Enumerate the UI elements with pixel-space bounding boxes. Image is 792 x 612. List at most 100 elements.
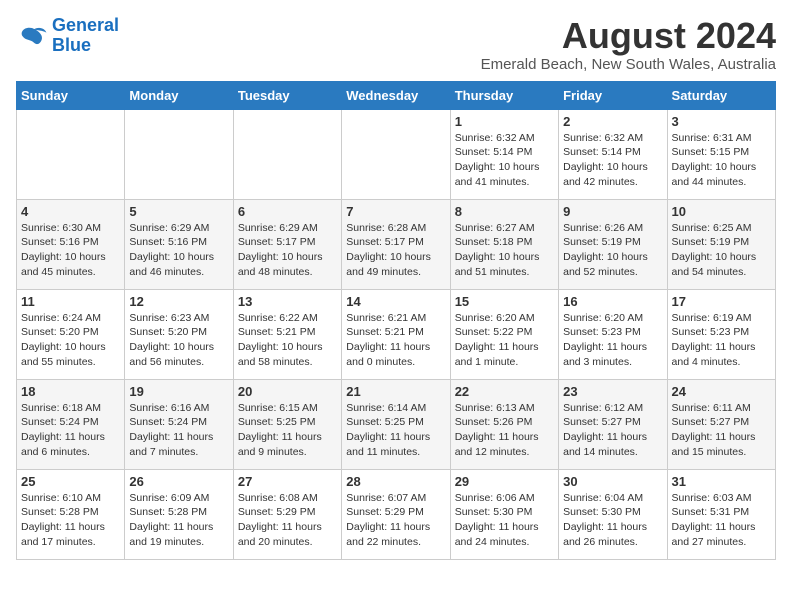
day-info: Sunrise: 6:12 AM Sunset: 5:27 PM Dayligh… — [563, 401, 662, 460]
day-number: 6 — [238, 204, 337, 219]
calendar-cell: 20Sunrise: 6:15 AM Sunset: 5:25 PM Dayli… — [233, 379, 341, 469]
calendar-cell: 31 Sunrise: 6:03 AM Sunset: 5:31 PM Dayli… — [667, 469, 775, 559]
calendar-header-row: SundayMondayTuesdayWednesdayThursdayFrid… — [17, 81, 776, 109]
calendar-cell: 11 Sunrise: 6:24 AM Sunset: 5:20 PM Dayli… — [17, 289, 125, 379]
day-number: 28 — [346, 474, 445, 489]
header-cell-sunday: Sunday — [17, 81, 125, 109]
calendar-week-row: 18Sunrise: 6:18 AM Sunset: 5:24 PM Dayli… — [17, 379, 776, 469]
calendar-cell: 21Sunrise: 6:14 AM Sunset: 5:25 PM Dayli… — [342, 379, 450, 469]
calendar-cell: 4 Sunrise: 6:30 AM Sunset: 5:16 PM Daylig… — [17, 199, 125, 289]
calendar-cell: 1 Sunrise: 6:32 AM Sunset: 5:14 PM Daylig… — [450, 109, 558, 199]
logo-line2: Blue — [52, 35, 91, 55]
header-cell-friday: Friday — [559, 81, 667, 109]
calendar-cell — [342, 109, 450, 199]
day-number: 7 — [346, 204, 445, 219]
day-info: Sunrise: 6:29 AM Sunset: 5:16 PM Dayligh… — [129, 221, 228, 280]
day-number: 29 — [455, 474, 554, 489]
calendar-cell: 19 Sunrise: 6:16 AM Sunset: 5:24 PM Dayli… — [125, 379, 233, 469]
calendar-week-row: 11 Sunrise: 6:24 AM Sunset: 5:20 PM Dayli… — [17, 289, 776, 379]
day-info: Sunrise: 6:04 AM Sunset: 5:30 PM Dayligh… — [563, 491, 662, 550]
title-block: August 2024 Emerald Beach, New South Wal… — [481, 16, 776, 73]
calendar-cell: 28 Sunrise: 6:07 AM Sunset: 5:29 PM Dayli… — [342, 469, 450, 559]
day-info: Sunrise: 6:16 AM Sunset: 5:24 PM Dayligh… — [129, 401, 228, 460]
header-cell-tuesday: Tuesday — [233, 81, 341, 109]
calendar-cell: 27 Sunrise: 6:08 AM Sunset: 5:29 PM Dayli… — [233, 469, 341, 559]
day-info: Sunrise: 6:13 AM Sunset: 5:26 PM Dayligh… — [455, 401, 554, 460]
day-info: Sunrise: 6:08 AM Sunset: 5:29 PM Dayligh… — [238, 491, 337, 550]
day-number: 13 — [238, 294, 337, 309]
calendar-week-row: 4 Sunrise: 6:30 AM Sunset: 5:16 PM Daylig… — [17, 199, 776, 289]
day-number: 15 — [455, 294, 554, 309]
day-number: 10 — [672, 204, 771, 219]
day-number: 16 — [563, 294, 662, 309]
calendar-cell: 26 Sunrise: 6:09 AM Sunset: 5:28 PM Dayli… — [125, 469, 233, 559]
calendar-cell: 6 Sunrise: 6:29 AM Sunset: 5:17 PM Daylig… — [233, 199, 341, 289]
calendar-cell: 10 Sunrise: 6:25 AM Sunset: 5:19 PM Dayli… — [667, 199, 775, 289]
day-info: Sunrise: 6:20 AM Sunset: 5:22 PM Dayligh… — [455, 311, 554, 370]
day-number: 25 — [21, 474, 120, 489]
day-info: Sunrise: 6:26 AM Sunset: 5:19 PM Dayligh… — [563, 221, 662, 280]
day-number: 2 — [563, 114, 662, 129]
calendar-cell: 15 Sunrise: 6:20 AM Sunset: 5:22 PM Dayli… — [450, 289, 558, 379]
calendar-cell: 30 Sunrise: 6:04 AM Sunset: 5:30 PM Dayli… — [559, 469, 667, 559]
day-number: 14 — [346, 294, 445, 309]
day-info: Sunrise: 6:06 AM Sunset: 5:30 PM Dayligh… — [455, 491, 554, 550]
day-info: Sunrise: 6:03 AM Sunset: 5:31 PM Dayligh… — [672, 491, 771, 550]
day-info: Sunrise: 6:23 AM Sunset: 5:20 PM Dayligh… — [129, 311, 228, 370]
day-info: Sunrise: 6:09 AM Sunset: 5:28 PM Dayligh… — [129, 491, 228, 550]
calendar-cell — [125, 109, 233, 199]
day-number: 4 — [21, 204, 120, 219]
day-info: Sunrise: 6:25 AM Sunset: 5:19 PM Dayligh… — [672, 221, 771, 280]
day-info: Sunrise: 6:31 AM Sunset: 5:15 PM Dayligh… — [672, 131, 771, 190]
logo: General Blue — [16, 16, 119, 56]
day-info: Sunrise: 6:21 AM Sunset: 5:21 PM Dayligh… — [346, 311, 445, 370]
day-number: 12 — [129, 294, 228, 309]
calendar-cell: 29 Sunrise: 6:06 AM Sunset: 5:30 PM Dayli… — [450, 469, 558, 559]
calendar-cell: 24 Sunrise: 6:11 AM Sunset: 5:27 PM Dayli… — [667, 379, 775, 469]
day-number: 26 — [129, 474, 228, 489]
day-number: 20 — [238, 384, 337, 399]
page-header: General Blue August 2024 Emerald Beach, … — [16, 16, 776, 73]
day-number: 1 — [455, 114, 554, 129]
day-number: 5 — [129, 204, 228, 219]
day-number: 8 — [455, 204, 554, 219]
day-info: Sunrise: 6:11 AM Sunset: 5:27 PM Dayligh… — [672, 401, 771, 460]
day-number: 31 — [672, 474, 771, 489]
calendar-cell: 16 Sunrise: 6:20 AM Sunset: 5:23 PM Dayli… — [559, 289, 667, 379]
day-info: Sunrise: 6:27 AM Sunset: 5:18 PM Dayligh… — [455, 221, 554, 280]
location-subtitle: Emerald Beach, New South Wales, Australi… — [481, 56, 776, 73]
header-cell-wednesday: Wednesday — [342, 81, 450, 109]
day-number: 19 — [129, 384, 228, 399]
calendar-cell: 17Sunrise: 6:19 AM Sunset: 5:23 PM Dayli… — [667, 289, 775, 379]
calendar-table: SundayMondayTuesdayWednesdayThursdayFrid… — [16, 81, 776, 560]
day-info: Sunrise: 6:20 AM Sunset: 5:23 PM Dayligh… — [563, 311, 662, 370]
day-number: 22 — [455, 384, 554, 399]
day-number: 3 — [672, 114, 771, 129]
calendar-week-row: 1 Sunrise: 6:32 AM Sunset: 5:14 PM Daylig… — [17, 109, 776, 199]
day-info: Sunrise: 6:29 AM Sunset: 5:17 PM Dayligh… — [238, 221, 337, 280]
day-info: Sunrise: 6:07 AM Sunset: 5:29 PM Dayligh… — [346, 491, 445, 550]
day-number: 27 — [238, 474, 337, 489]
day-number: 11 — [21, 294, 120, 309]
calendar-cell — [233, 109, 341, 199]
calendar-cell — [17, 109, 125, 199]
day-info: Sunrise: 6:24 AM Sunset: 5:20 PM Dayligh… — [21, 311, 120, 370]
day-info: Sunrise: 6:22 AM Sunset: 5:21 PM Dayligh… — [238, 311, 337, 370]
day-number: 30 — [563, 474, 662, 489]
day-info: Sunrise: 6:19 AM Sunset: 5:23 PM Dayligh… — [672, 311, 771, 370]
calendar-cell: 12 Sunrise: 6:23 AM Sunset: 5:20 PM Dayli… — [125, 289, 233, 379]
calendar-cell: 2 Sunrise: 6:32 AM Sunset: 5:14 PM Daylig… — [559, 109, 667, 199]
calendar-cell: 5 Sunrise: 6:29 AM Sunset: 5:16 PM Daylig… — [125, 199, 233, 289]
calendar-cell: 18Sunrise: 6:18 AM Sunset: 5:24 PM Dayli… — [17, 379, 125, 469]
calendar-cell: 14 Sunrise: 6:21 AM Sunset: 5:21 PM Dayli… — [342, 289, 450, 379]
calendar-cell: 8 Sunrise: 6:27 AM Sunset: 5:18 PM Daylig… — [450, 199, 558, 289]
day-info: Sunrise: 6:30 AM Sunset: 5:16 PM Dayligh… — [21, 221, 120, 280]
day-number: 24 — [672, 384, 771, 399]
day-info: Sunrise: 6:32 AM Sunset: 5:14 PM Dayligh… — [563, 131, 662, 190]
calendar-cell: 3 Sunrise: 6:31 AM Sunset: 5:15 PM Daylig… — [667, 109, 775, 199]
header-cell-saturday: Saturday — [667, 81, 775, 109]
calendar-cell: 9Sunrise: 6:26 AM Sunset: 5:19 PM Daylig… — [559, 199, 667, 289]
calendar-cell: 25Sunrise: 6:10 AM Sunset: 5:28 PM Dayli… — [17, 469, 125, 559]
day-info: Sunrise: 6:18 AM Sunset: 5:24 PM Dayligh… — [21, 401, 120, 460]
day-info: Sunrise: 6:32 AM Sunset: 5:14 PM Dayligh… — [455, 131, 554, 190]
